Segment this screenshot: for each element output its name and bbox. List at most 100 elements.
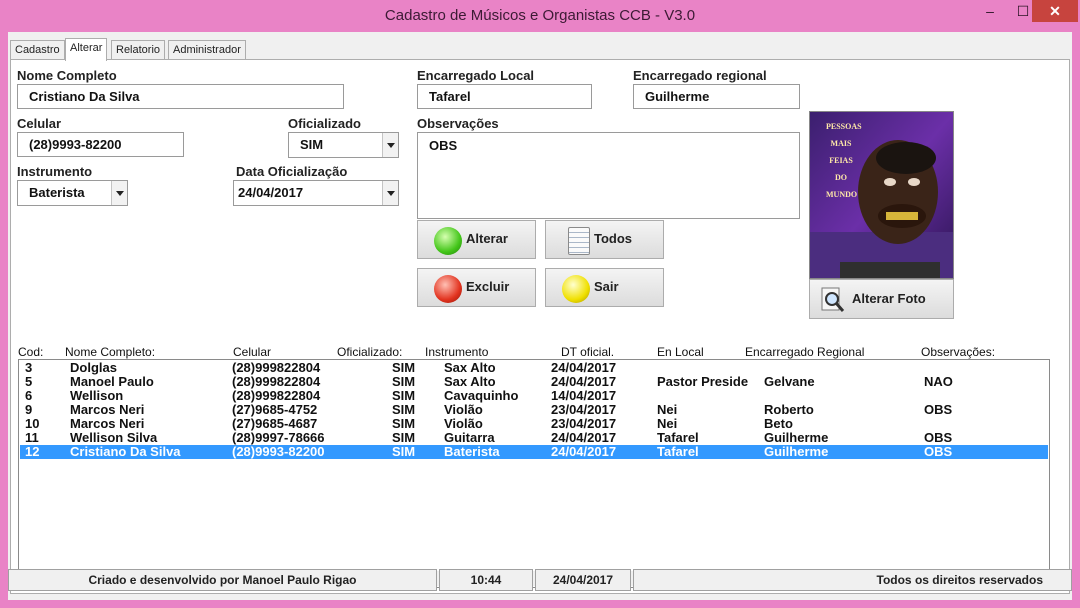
tab-alterar[interactable]: Alterar: [65, 38, 108, 61]
cell-nome: Wellison Silva: [70, 430, 158, 445]
cell-cod: 12: [25, 444, 40, 459]
table-row[interactable]: 3 Dolglas (28)999822804 SIM Sax Alto 24/04/20…: [20, 361, 1048, 375]
cell-en-local: Pastor Preside: [657, 374, 749, 389]
obs-label: Observações: [417, 116, 499, 131]
col-celular: Celular: [233, 345, 272, 359]
excluir-label: Excluir: [466, 279, 510, 294]
cell-en-local: Tafarel: [657, 430, 699, 445]
cell-enc-regional: Guilherme: [764, 444, 829, 459]
green-circle-icon: [434, 227, 462, 255]
nome-field[interactable]: Cristiano Da Silva: [17, 84, 344, 109]
table-row[interactable]: 11 Wellison Silva (28)9997-78666 SIM Guitarr…: [20, 431, 1048, 445]
cell-nome: Cristiano Da Silva: [70, 444, 181, 459]
instrumento-label: Instrumento: [17, 164, 93, 179]
cell-instrumento: Violão: [444, 402, 483, 417]
cell-en-local: Nei: [657, 416, 678, 431]
enc-regional-label: Encarregado regional: [633, 68, 767, 83]
cell-nome: Dolglas: [70, 360, 117, 375]
todos-button[interactable]: Todos: [545, 220, 664, 259]
cell-instrumento: Cavaquinho: [444, 388, 519, 403]
cell-observacoes: NAO: [924, 374, 953, 389]
notepad-icon: [568, 227, 590, 255]
cell-celular: (28)9997-78666: [232, 430, 325, 445]
enc-local-field[interactable]: Tafarel: [417, 84, 592, 109]
oficializado-select[interactable]: SIM: [288, 132, 399, 158]
col-nome: Nome Completo:: [65, 345, 156, 359]
data-label: Data Oficialização: [236, 164, 348, 179]
photo-caption-word: MAIS: [830, 139, 852, 148]
chevron-down-icon[interactable]: [382, 133, 398, 157]
enc-regional-field[interactable]: Guilherme: [633, 84, 800, 109]
cell-instrumento: Violão: [444, 416, 483, 431]
table-row[interactable]: 9 Marcos Neri (27)9685-4752 SIM Violão 23/04/…: [20, 403, 1048, 417]
title-bar: Cadastro de Músicos e Organistas CCB - V…: [0, 0, 1080, 32]
cell-oficializado: SIM: [392, 374, 416, 389]
cell-cod: 5: [25, 374, 33, 389]
alterar-foto-button[interactable]: Alterar Foto: [809, 279, 954, 319]
celular-field[interactable]: (28)9993-82200: [17, 132, 184, 157]
cell-oficializado: SIM: [392, 430, 416, 445]
cell-enc-regional: Guilherme: [764, 430, 829, 445]
cell-cod: 10: [25, 416, 40, 431]
status-bar: Criado e desenvolvido por Manoel Paulo R…: [8, 569, 1072, 591]
cell-observacoes: OBS: [924, 402, 953, 417]
cell-dt-oficial: 23/04/2017: [551, 416, 617, 431]
photo-caption-word: MUNDO: [826, 190, 858, 199]
cell-oficializado: SIM: [392, 360, 416, 375]
col-cod: Cod:: [18, 345, 44, 359]
cell-oficializado: SIM: [392, 416, 416, 431]
tab-administrador[interactable]: Administrador: [168, 40, 246, 60]
cell-enc-regional: Beto: [764, 416, 793, 431]
cell-dt-oficial: 24/04/2017: [551, 360, 617, 375]
col-instrumento: Instrumento: [425, 345, 489, 359]
oficializado-value: SIM: [300, 137, 324, 152]
cell-en-local: Nei: [657, 402, 678, 417]
status-rights: Todos os direitos reservados: [633, 569, 1072, 591]
photo-caption-word: FEIAS: [829, 156, 853, 165]
cell-dt-oficial: 23/04/2017: [551, 402, 617, 417]
sair-label: Sair: [594, 279, 619, 294]
cell-nome: Marcos Neri: [70, 402, 145, 417]
magnifier-document-icon: [821, 287, 845, 312]
chevron-down-icon[interactable]: [111, 181, 127, 205]
minimize-button[interactable]: –: [972, 0, 1008, 22]
table-row[interactable]: 10 Marcos Neri (27)9685-4687 SIM Violão 23/04…: [20, 417, 1048, 431]
cell-instrumento: Baterista: [444, 444, 500, 459]
table-row[interactable]: 12 Cristiano Da Silva (28)9993-82200 SIM Bat…: [20, 445, 1048, 459]
cell-dt-oficial: 24/04/2017: [551, 444, 617, 459]
cell-cod: 3: [25, 360, 33, 375]
cell-dt-oficial: 24/04/2017: [551, 430, 617, 445]
cell-observacoes: OBS: [924, 444, 953, 459]
excluir-button[interactable]: Excluir: [417, 268, 536, 307]
close-button[interactable]: ✕: [1032, 0, 1078, 22]
cell-celular: (27)9685-4687: [232, 416, 318, 431]
chevron-down-icon[interactable]: [382, 181, 398, 205]
alterar-label: Alterar: [466, 231, 508, 246]
grid-header: Cod: Nome Completo: Celular Oficializado…: [18, 344, 1068, 360]
instrumento-value: Baterista: [29, 185, 85, 200]
nome-label: Nome Completo: [17, 68, 117, 83]
cell-enc-regional: Gelvane: [764, 374, 815, 389]
data-picker[interactable]: 24/04/2017: [233, 180, 399, 206]
obs-textarea[interactable]: OBS: [417, 132, 800, 219]
status-date: 24/04/2017: [535, 569, 631, 591]
cell-celular: (28)999822804: [232, 360, 321, 375]
table-row[interactable]: 5 Manoel Paulo (28)999822804 SIM Sax Alto 24/…: [20, 375, 1048, 389]
sair-button[interactable]: Sair: [545, 268, 664, 307]
table-row[interactable]: 6 Wellison (28)999822804 SIM Cavaquinho 14/04…: [20, 389, 1048, 403]
alterar-button[interactable]: Alterar: [417, 220, 536, 259]
col-observacoes: Observações:: [921, 345, 996, 359]
cell-nome: Manoel Paulo: [70, 374, 154, 389]
col-dt-oficial: DT oficial.: [561, 345, 615, 359]
window-title: Cadastro de Músicos e Organistas CCB - V…: [384, 7, 696, 24]
tab-cadastro[interactable]: Cadastro: [10, 40, 65, 60]
tab-relatorio[interactable]: Relatorio: [111, 40, 166, 60]
cell-celular: (27)9685-4752: [232, 402, 318, 417]
cell-celular: (28)9993-82200: [232, 444, 325, 459]
cell-celular: (28)999822804: [232, 388, 321, 403]
instrumento-select[interactable]: Baterista: [17, 180, 128, 206]
status-credits: Criado e desenvolvido por Manoel Paulo R…: [8, 569, 437, 591]
col-en-local: En Local: [657, 345, 704, 359]
musician-photo: PESSOAS MAIS FEIAS DO MUNDO: [809, 111, 954, 279]
musicians-list[interactable]: 12 Cristiano Da Silva (28)9993-82200 SIM Bat…: [18, 359, 1050, 588]
